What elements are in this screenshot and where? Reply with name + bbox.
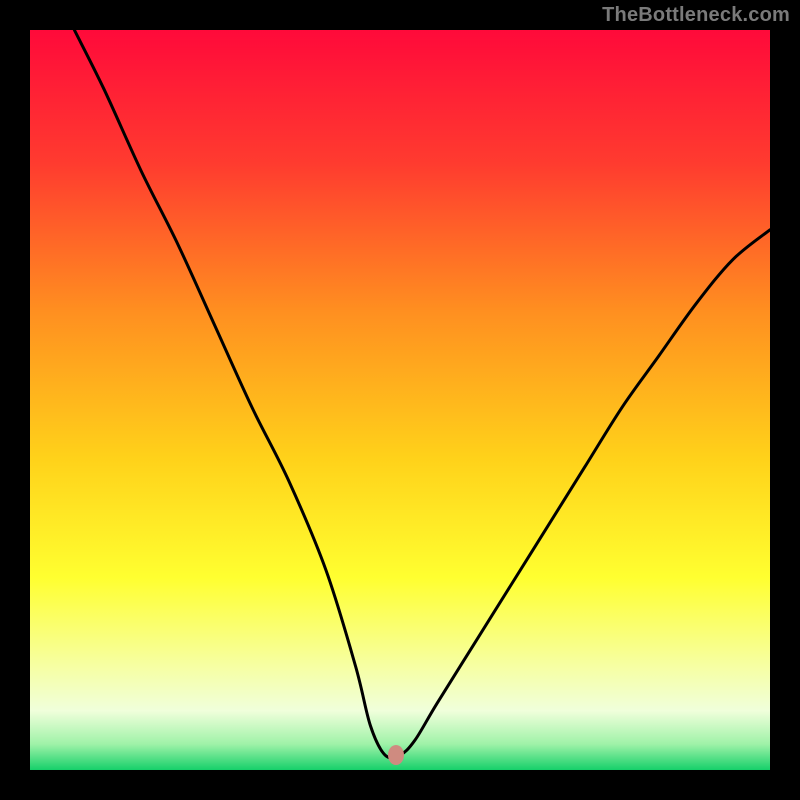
optimal-balance-marker (388, 745, 404, 765)
bottleneck-curve-svg (30, 30, 770, 770)
watermark-text: TheBottleneck.com (602, 4, 790, 27)
plot-area (30, 30, 770, 770)
bottleneck-curve-path (74, 30, 770, 758)
chart-stage: TheBottleneck.com (0, 0, 800, 800)
